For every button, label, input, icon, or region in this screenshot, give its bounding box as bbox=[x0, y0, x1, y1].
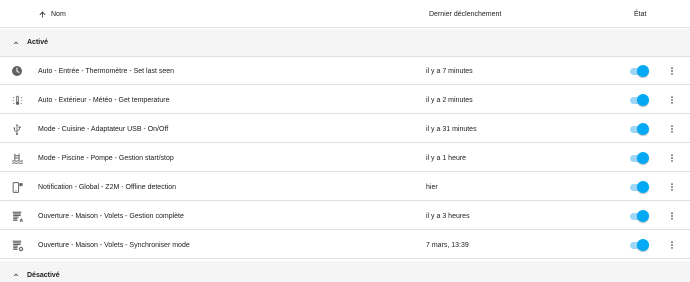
toggle-thumb bbox=[637, 123, 649, 135]
chevron-up-icon bbox=[14, 273, 18, 277]
cellphone-message-icon bbox=[10, 180, 24, 194]
enable-toggle[interactable] bbox=[630, 123, 649, 135]
last-triggered-header[interactable]: Dernier déclenchement bbox=[429, 0, 501, 28]
window-shutter-cog-icon bbox=[10, 238, 24, 252]
thermometer-sun-icon bbox=[10, 93, 24, 107]
row-menu-button[interactable] bbox=[664, 208, 680, 224]
arrow-up-icon bbox=[39, 11, 46, 17]
toggle-thumb bbox=[637, 210, 649, 222]
table-row[interactable]: Mode - Piscine - Pompe - Gestion start/s… bbox=[0, 144, 690, 172]
last-triggered-value: hier bbox=[426, 183, 438, 191]
automation-name: Auto - Entrée - Thermomètre - Set last s… bbox=[38, 67, 175, 75]
usb-icon bbox=[10, 122, 24, 136]
table-row[interactable]: Ouverture - Maison - Volets - Synchronis… bbox=[0, 231, 690, 259]
table-row[interactable]: Ouverture - Maison - Volets - Gestion co… bbox=[0, 202, 690, 230]
automation-name: Ouverture - Maison - Volets - Gestion co… bbox=[38, 212, 184, 220]
table-row[interactable]: Auto - Extérieur - Météo - Get temperatu… bbox=[0, 86, 690, 114]
chevron-up-icon bbox=[14, 41, 18, 44]
state-column-label: État bbox=[634, 10, 647, 18]
last-triggered-value: il y a 31 minutes bbox=[426, 125, 477, 133]
more-vertical-icon bbox=[671, 241, 673, 249]
more-vertical-icon bbox=[671, 154, 673, 162]
automation-name: Notification - Global - Z2M - Offline de… bbox=[38, 183, 176, 191]
sort-by-name-header[interactable]: Nom bbox=[38, 0, 66, 28]
row-menu-button[interactable] bbox=[664, 150, 680, 166]
last-triggered-value: il y a 2 minutes bbox=[426, 96, 473, 104]
last-triggered-value: il y a 1 heure bbox=[426, 154, 467, 162]
toggle-thumb bbox=[637, 152, 649, 164]
table-row[interactable]: Mode - Cuisine - Adaptateur USB - On/Off… bbox=[0, 115, 690, 143]
table-header: Nom Dernier déclenchement État bbox=[0, 0, 690, 28]
table-row[interactable]: Auto - Entrée - Thermomètre - Set last s… bbox=[0, 57, 690, 85]
enable-toggle[interactable] bbox=[630, 210, 649, 222]
last-triggered-value: il y a 7 minutes bbox=[426, 67, 473, 75]
enable-toggle[interactable] bbox=[630, 94, 649, 106]
automation-name: Ouverture - Maison - Volets - Synchronis… bbox=[38, 241, 190, 249]
group-header-active[interactable]: Activé bbox=[0, 29, 690, 57]
clock-icon bbox=[10, 64, 24, 78]
more-vertical-icon bbox=[671, 67, 673, 75]
row-menu-button[interactable] bbox=[664, 63, 680, 79]
toggle-thumb bbox=[637, 181, 649, 193]
automation-name: Mode - Piscine - Pompe - Gestion start/s… bbox=[38, 154, 174, 162]
group-label-inactive: Désactivé bbox=[27, 271, 60, 279]
more-vertical-icon bbox=[671, 212, 673, 220]
more-vertical-icon bbox=[671, 96, 673, 104]
window-shutter-auto-icon bbox=[10, 209, 24, 223]
last-triggered-value: il y a 3 heures bbox=[426, 212, 470, 220]
more-vertical-icon bbox=[671, 125, 673, 133]
automation-name: Mode - Cuisine - Adaptateur USB - On/Off bbox=[38, 125, 169, 133]
toggle-thumb bbox=[637, 239, 649, 251]
state-header[interactable]: État bbox=[634, 0, 646, 28]
toggle-thumb bbox=[637, 94, 649, 106]
enable-toggle[interactable] bbox=[630, 239, 649, 251]
name-column-label: Nom bbox=[51, 10, 66, 18]
row-menu-button[interactable] bbox=[664, 237, 680, 253]
pool-icon bbox=[10, 151, 24, 165]
enable-toggle[interactable] bbox=[630, 65, 649, 77]
last-triggered-value: 7 mars, 13:39 bbox=[426, 241, 469, 249]
enable-toggle[interactable] bbox=[630, 181, 649, 193]
table-row[interactable]: Notification - Global - Z2M - Offline de… bbox=[0, 173, 690, 201]
enable-toggle[interactable] bbox=[630, 152, 649, 164]
automation-name: Auto - Extérieur - Météo - Get temperatu… bbox=[38, 96, 170, 104]
row-menu-button[interactable] bbox=[664, 121, 680, 137]
row-menu-button[interactable] bbox=[664, 179, 680, 195]
more-vertical-icon bbox=[671, 183, 673, 191]
last-triggered-column-label: Dernier déclenchement bbox=[429, 10, 502, 18]
group-header-inactive[interactable]: Désactivé bbox=[0, 261, 690, 282]
row-menu-button[interactable] bbox=[664, 92, 680, 108]
group-label-active: Activé bbox=[27, 39, 49, 46]
toggle-thumb bbox=[637, 65, 649, 77]
